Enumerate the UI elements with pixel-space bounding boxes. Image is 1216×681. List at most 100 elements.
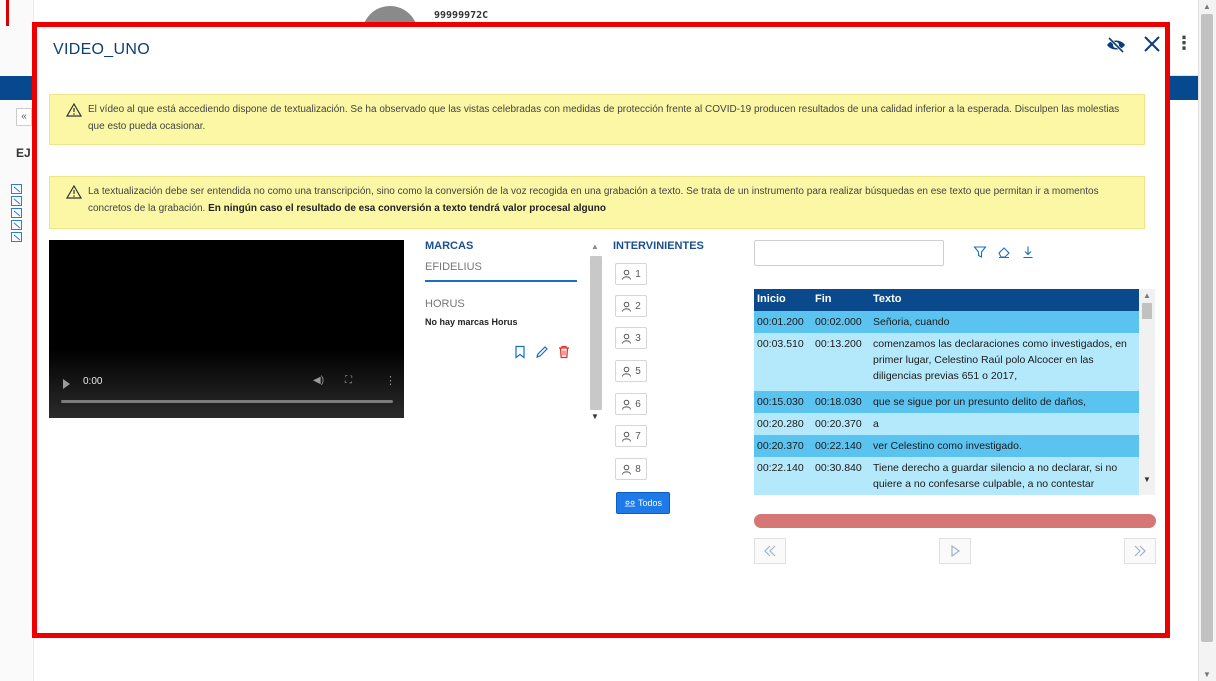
interviniente-button[interactable]: 7 [615,425,647,447]
cell-inicio: 00:20.370 [757,440,804,452]
person-icon [622,269,632,280]
video-time: 0:00 [83,376,103,387]
eye-off-icon[interactable] [1105,36,1127,54]
interviniente-button[interactable]: 3 [615,327,647,349]
pencil-icon[interactable] [535,345,549,359]
search-input[interactable] [754,240,944,266]
more-options-icon[interactable]: ⋮ [385,374,396,387]
todos-button[interactable]: Todos [616,492,670,514]
eraser-icon[interactable] [997,245,1011,259]
filter-icon[interactable] [973,245,987,259]
interviniente-button[interactable]: 8 [615,458,647,480]
cell-fin: 00:20.370 [815,418,862,430]
cell-texto: comenzamos las declaraciones como invest… [873,338,1127,382]
column-header-fin[interactable]: Fin [815,293,832,305]
volume-icon[interactable]: ◀) [313,375,324,386]
user-id: 99999972C [434,10,489,21]
scroll-down-icon[interactable]: ▼ [1203,670,1211,679]
transcript-table: Inicio Fin Texto 00:01.200 00:02.000 Señ… [754,289,1155,495]
textualization-disclaimer-alert: La textualización debe ser entendida no … [49,176,1145,229]
marcas-actions [513,345,571,359]
cell-texto: ver Celestino como investigado. [873,440,1022,452]
intervinientes-title: INTERVINIENTES [613,240,704,252]
forward-button[interactable] [1124,538,1156,564]
table-row[interactable]: 00:20.280 00:20.370 a [754,413,1139,435]
person-icon [622,366,632,377]
person-icon [622,333,632,344]
cell-fin: 00:30.840 [815,462,862,474]
person-icon [622,431,632,442]
cell-texto: Señoria, cuando [873,316,950,328]
person-icon [622,399,632,410]
audio-progress-bar[interactable] [754,514,1156,528]
scroll-up-icon[interactable]: ▲ [1203,2,1211,11]
download-icon[interactable] [1021,245,1035,259]
table-row[interactable]: 00:20.370 00:22.140 ver Celestino como i… [754,435,1139,457]
scroll-up-icon[interactable]: ▲ [1143,291,1151,300]
document-icon[interactable] [11,208,22,218]
bookmark-icon[interactable] [513,345,527,359]
modal-title: VIDEO_UNO [53,41,150,58]
person-icon [622,301,632,312]
interviniente-button[interactable]: 5 [615,360,647,382]
interviniente-button[interactable]: 6 [615,393,647,415]
cell-inicio: 00:15.030 [757,396,804,408]
cell-inicio: 00:01.200 [757,316,804,328]
cell-fin: 00:13.200 [815,338,862,350]
alert-text: El vídeo al que está accediendo dispone … [88,104,1120,132]
table-row[interactable]: 00:22.140 00:30.840 Tiene derecho a guar… [754,457,1139,495]
cell-inicio: 00:22.140 [757,462,804,474]
interviniente-button[interactable]: 1 [615,263,647,285]
document-icon[interactable] [11,232,22,242]
kebab-menu-icon[interactable]: ⋮ [1175,34,1193,52]
section-label: EJ [16,146,31,160]
close-icon[interactable] [1141,33,1163,55]
rewind-button[interactable] [754,538,786,564]
trash-icon[interactable] [557,345,571,359]
video-modal: VIDEO_UNO El vídeo al que está accediend… [32,22,1170,638]
intervinientes-scrollbar[interactable]: ▲ ▼ [588,240,604,430]
table-row[interactable]: 00:03.510 00:13.200 comenzamos las decla… [754,333,1139,391]
table-row[interactable]: 00:01.200 00:02.000 Señoria, cuando [754,311,1139,333]
video-player[interactable]: 0:00 ◀) ⛶ ⋮ [49,240,404,418]
cell-fin: 00:22.140 [815,440,862,452]
back-button[interactable]: « [16,108,32,126]
transcript-scrollbar[interactable]: ▲ ▼ [1139,289,1155,495]
warning-icon [66,185,82,199]
document-icon[interactable] [11,220,22,230]
alert-bold-text: En ningún caso el resultado de esa conve… [208,203,606,214]
page-scrollbar-thumb[interactable] [1201,14,1213,642]
cell-fin: 00:02.000 [815,316,862,328]
rewind-icon [764,545,776,557]
left-accent-bar [6,0,9,26]
play-button[interactable] [939,538,971,564]
document-icon[interactable] [11,184,22,194]
play-icon[interactable] [63,379,70,389]
table-row[interactable]: 00:15.030 00:18.030 que se sigue por un … [754,391,1139,413]
marcas-title: MARCAS [425,240,474,252]
cell-texto: a [873,418,879,430]
fullscreen-icon[interactable]: ⛶ [345,375,352,386]
cell-texto: Tiene derecho a guardar silencio a no de… [873,462,1118,490]
forward-icon [1134,545,1146,557]
document-icon[interactable] [11,196,22,206]
video-progress-bar[interactable] [61,400,393,403]
scroll-down-icon[interactable]: ▼ [1143,475,1151,484]
scroll-down-icon[interactable]: ▼ [591,412,599,421]
scroll-up-icon[interactable]: ▲ [591,242,599,251]
tab-efidelius[interactable]: EFIDELIUS [425,261,577,282]
group-icon [624,500,636,506]
left-sidebar [0,0,34,681]
warning-icon [66,103,82,117]
horus-empty-message: No hay marcas Horus [425,317,518,327]
cell-fin: 00:18.030 [815,396,862,408]
scrollbar-thumb[interactable] [590,256,602,410]
scrollbar-thumb[interactable] [1142,303,1152,319]
transcript-tools [973,245,1035,259]
column-header-inicio[interactable]: Inicio [757,293,786,305]
table-header: Inicio Fin Texto [754,289,1139,311]
interviniente-button[interactable]: 2 [615,295,647,317]
cell-texto: que se sigue por un presunto delito de d… [873,396,1087,408]
horus-title: HORUS [425,298,465,310]
column-header-texto[interactable]: Texto [873,293,902,305]
